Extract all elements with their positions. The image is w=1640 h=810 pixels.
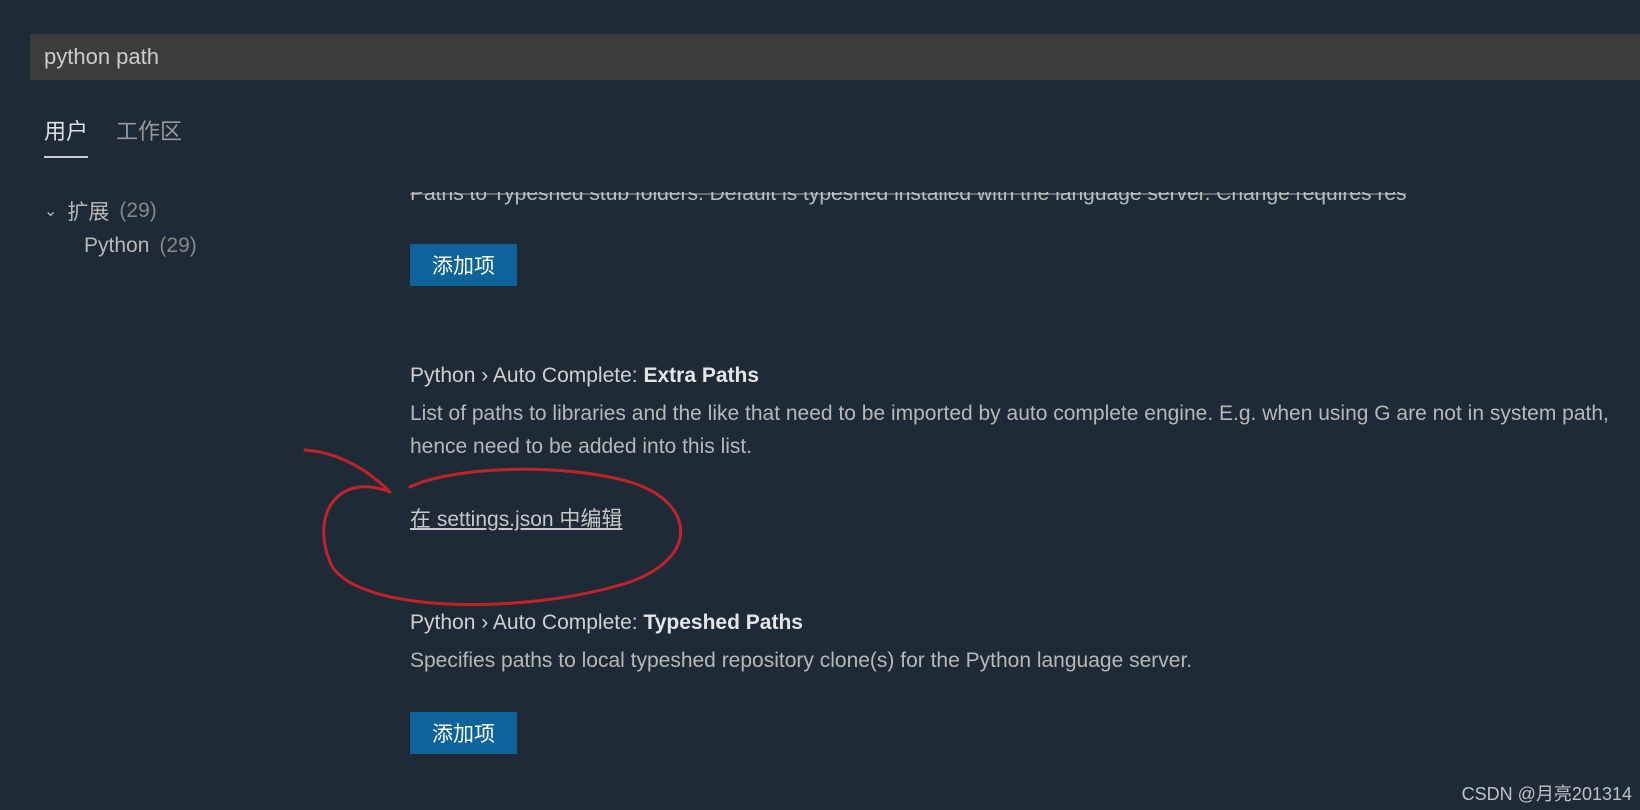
setting-name: Typeshed Paths [643, 611, 803, 634]
sidebar-item-label: Python [84, 234, 149, 258]
setting-description: List of paths to libraries and the like … [410, 398, 1640, 463]
settings-search-input[interactable]: python path [30, 34, 1640, 80]
setting-header: Python › Auto Complete: Typeshed Paths [410, 611, 1640, 635]
chevron-down-icon: ⌄ [44, 201, 57, 221]
watermark: CSDN @月亮201314 [1462, 780, 1632, 806]
sidebar-item-python[interactable]: Python (29) [44, 230, 360, 262]
setting-prefix: Python › Auto Complete: [410, 364, 643, 387]
search-value: python path [44, 44, 159, 69]
add-item-button[interactable]: 添加项 [410, 712, 517, 754]
sidebar-group-label: 扩展 [67, 196, 109, 226]
settings-sidebar: ⌄ 扩展 (29) Python (29) [0, 192, 360, 754]
sidebar-item-count: (29) [159, 234, 196, 258]
settings-main: Paths to Typeshed stub folders. Default … [360, 192, 1640, 754]
sidebar-group-extensions[interactable]: ⌄ 扩展 (29) [44, 192, 360, 230]
setting-extra-paths: Python › Auto Complete: Extra Paths List… [410, 364, 1640, 533]
setting-typeshed-paths: Python › Auto Complete: Typeshed Paths S… [410, 611, 1640, 754]
setting-prefix: Python › Auto Complete: [410, 611, 643, 634]
settings-scope-tabs: 用户 工作区 [44, 114, 1640, 158]
tab-workspace[interactable]: 工作区 [116, 114, 182, 158]
setting-name: Extra Paths [643, 364, 759, 387]
sidebar-group-count: (29) [119, 199, 156, 223]
settings-body: ⌄ 扩展 (29) Python (29) Paths to Typeshed … [0, 192, 1640, 754]
add-item-button[interactable]: 添加项 [410, 244, 517, 286]
tab-user[interactable]: 用户 [44, 114, 88, 158]
setting-description: Specifies paths to local typeshed reposi… [410, 645, 1640, 678]
edit-in-settings-json-link[interactable]: 在 settings.json 中编辑 [410, 503, 622, 533]
setting-header: Python › Auto Complete: Extra Paths [410, 364, 1640, 388]
truncated-setting-desc: Paths to Typeshed stub folders. Default … [410, 192, 1640, 206]
